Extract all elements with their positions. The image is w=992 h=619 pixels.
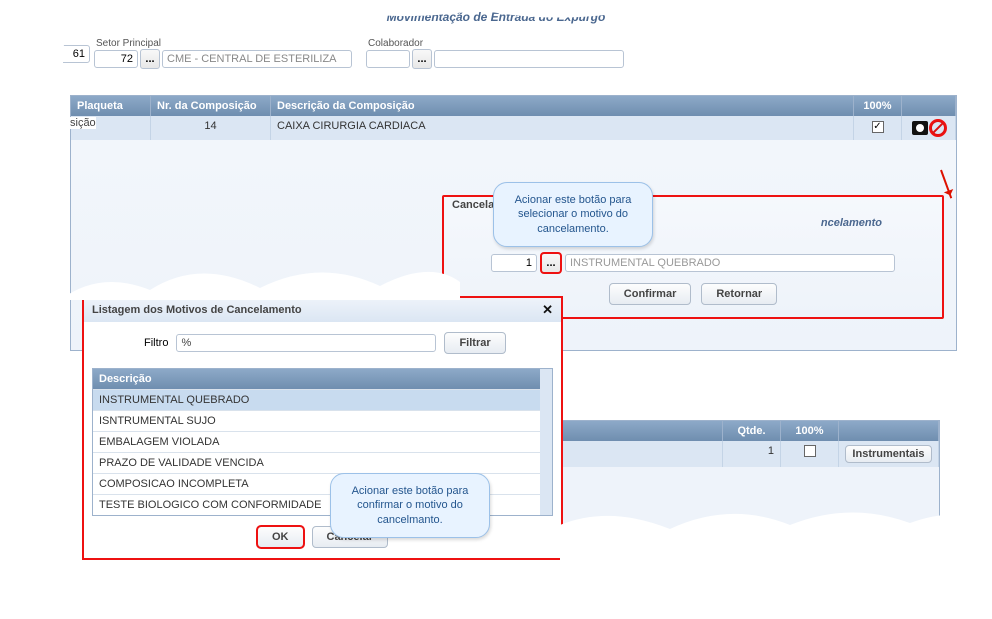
setor-lookup-button[interactable]: ...: [140, 49, 160, 69]
top-form: Setor Principal ... Colaborador ...: [0, 34, 992, 73]
section-label: sição: [70, 117, 96, 129]
cell-qtde: 1: [723, 441, 781, 467]
col-qtde: Qtde.: [723, 421, 781, 441]
filter-button[interactable]: Filtrar: [444, 332, 505, 354]
callout-confirm-motivo: Acionar este botão para confirmar o moti…: [330, 473, 490, 538]
col-100pct-2: 100%: [781, 421, 839, 441]
photo-icon[interactable]: [912, 121, 928, 135]
cancel-icon[interactable]: [930, 120, 946, 136]
return-button[interactable]: Retornar: [701, 283, 777, 305]
list-item[interactable]: EMBALAGEM VIOLADA: [93, 431, 552, 452]
list-item[interactable]: PRAZO DE VALIDADE VENCIDA: [93, 452, 552, 473]
instrumentais-button[interactable]: Instrumentais: [845, 445, 931, 463]
confirm-button[interactable]: Confirmar: [609, 283, 692, 305]
page-title: Movimentação de Entrada do Expurgo: [0, 0, 992, 34]
colaborador-code-input[interactable]: [366, 50, 410, 68]
colaborador-lookup-button[interactable]: ...: [412, 49, 432, 69]
cancel-motivo-lookup-button[interactable]: ...: [541, 253, 561, 273]
filter-label: Filtro: [144, 337, 168, 349]
cell-nr: 14: [151, 116, 271, 140]
scrollbar[interactable]: [540, 369, 552, 515]
torn-edge-left: [0, 0, 70, 619]
ok-button[interactable]: OK: [257, 526, 304, 548]
modal-col-descricao: Descrição: [93, 369, 552, 389]
cell-desc: CAIXA CIRURGIA CARDIACA: [271, 116, 854, 140]
col-nr: Nr. da Composição: [151, 96, 271, 116]
motivos-modal: Listagem dos Motivos de Cancelamento ✕ F…: [82, 296, 563, 560]
table-row[interactable]: 14 CAIXA CIRURGIA CARDIACA: [71, 116, 956, 140]
filter-input[interactable]: [176, 334, 436, 352]
list-item[interactable]: ISNTRUMENTAL SUJO: [93, 410, 552, 431]
list-item[interactable]: INSTRUMENTAL QUEBRADO: [93, 389, 552, 410]
colaborador-label: Colaborador: [366, 38, 624, 49]
setor-code-input[interactable]: [94, 50, 138, 68]
setor-label: Setor Principal: [94, 38, 352, 49]
col-100pct: 100%: [854, 96, 902, 116]
colaborador-name-input[interactable]: [434, 50, 624, 68]
cancel-code-input[interactable]: [491, 254, 537, 272]
col-plaqueta: Plaqueta: [71, 96, 151, 116]
cancel-motivo-input[interactable]: [565, 254, 895, 272]
cancel-panel-title-left: Cancela: [452, 199, 494, 211]
row-100pct-checkbox[interactable]: [872, 121, 884, 133]
instr-100pct-checkbox[interactable]: [804, 445, 816, 457]
callout-select-motivo: Acionar este botão para selecionar o mot…: [493, 182, 653, 247]
setor-name-input[interactable]: [162, 50, 352, 68]
col-desc: Descrição da Composição: [271, 96, 854, 116]
modal-title: Listagem dos Motivos de Cancelamento: [92, 304, 302, 316]
seq-field[interactable]: [60, 45, 90, 63]
close-icon[interactable]: ✕: [542, 302, 553, 318]
